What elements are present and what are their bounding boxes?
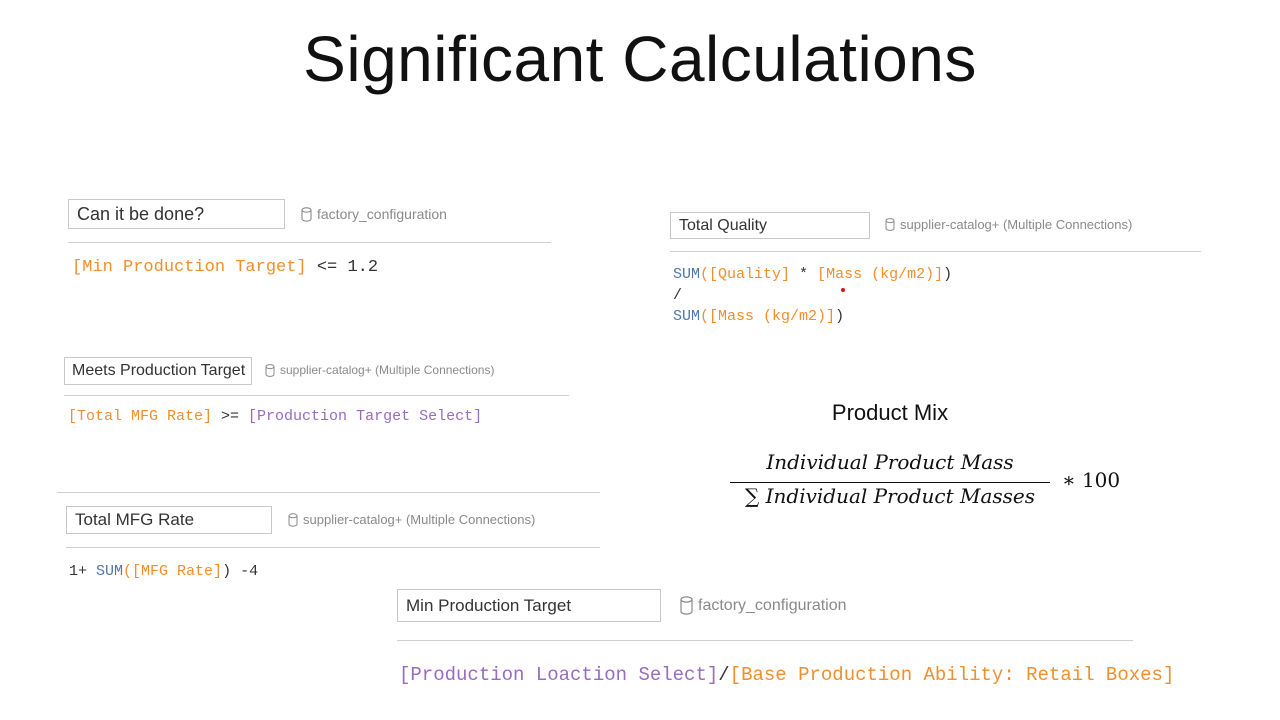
datasource-name: supplier-catalog+ (Multiple Connections) — [280, 363, 495, 377]
formula-editor[interactable]: SUM([Quality] * [Mass (kg/m2)]) / SUM([M… — [673, 264, 952, 327]
datasource-name: factory_configuration — [698, 596, 847, 614]
formula-editor[interactable]: [Total MFG Rate] >= [Production Target S… — [68, 407, 482, 427]
divider — [57, 492, 600, 493]
field-token: [Mass (kg/m2)] — [817, 266, 944, 283]
calc-name-field[interactable]: Total Quality — [670, 212, 870, 239]
database-icon — [885, 218, 895, 231]
datasource-name: supplier-catalog+ (Multiple Connections) — [303, 512, 536, 527]
operator-token: ) -4 — [222, 563, 259, 580]
database-icon — [680, 596, 693, 615]
divider — [670, 251, 1201, 252]
function-token: SUM — [673, 266, 701, 283]
datasource-label: supplier-catalog+ (Multiple Connections) — [288, 512, 535, 527]
operator-token: / — [673, 287, 683, 304]
field-token: [Base Production Ability: Retail Boxes] — [729, 664, 1175, 686]
calc-name-field[interactable]: Can it be done? — [68, 199, 285, 229]
database-icon — [288, 512, 298, 527]
multiplier: ∗ 100 — [1062, 468, 1121, 492]
formula-editor[interactable]: 1+ SUM([MFG Rate]) -4 — [69, 562, 258, 582]
field-token: [MFG Rate] — [132, 563, 223, 580]
field-token: [Quality] — [709, 266, 791, 283]
operator-token: >= — [212, 408, 249, 425]
operator-token: <= 1.2 — [306, 258, 379, 277]
paren-token: ) — [835, 308, 845, 325]
operator-token: / — [718, 664, 730, 686]
fraction-denominator: ∑ Individual Product Masses — [744, 484, 1036, 508]
paren-token: ( — [700, 308, 710, 325]
formula-editor[interactable]: [Min Production Target] <= 1.2 — [72, 257, 378, 279]
paren-token: ( — [123, 563, 133, 580]
datasource-label: factory_configuration — [680, 596, 847, 615]
calc-name-field[interactable]: Meets Production Target — [64, 357, 252, 385]
divider — [397, 640, 1133, 641]
calc-name-text: Can it be done? — [77, 203, 205, 224]
calc-name-text: Total MFG Rate — [75, 510, 195, 529]
paren-token: ( — [700, 266, 710, 283]
function-token: SUM — [96, 563, 124, 580]
datasource-label: supplier-catalog+ (Multiple Connections) — [885, 217, 1132, 232]
field-token: [Mass (kg/m2)] — [709, 308, 836, 325]
product-mix-title: Product Mix — [831, 400, 949, 425]
field-token: [Total MFG Rate] — [68, 408, 213, 425]
calc-name-text: Meets Production Target — [72, 362, 246, 379]
database-icon — [301, 206, 312, 222]
calc-name-field[interactable]: Min Production Target — [397, 589, 661, 622]
field-token: [Min Production Target] — [72, 258, 307, 277]
formula-editor[interactable]: [Production Loaction Select]/[Base Produ… — [399, 663, 1174, 688]
calc-name-field[interactable]: Total MFG Rate — [66, 506, 272, 534]
datasource-label: supplier-catalog+ (Multiple Connections) — [265, 363, 494, 377]
database-icon — [265, 363, 275, 377]
operator-token: * — [790, 266, 818, 283]
function-token: SUM — [673, 308, 701, 325]
slide-title: Significant Calculations — [303, 23, 977, 95]
calc-name-text: Min Production Target — [406, 595, 572, 615]
divider — [66, 547, 600, 548]
fraction-numerator: Individual Product Mass — [766, 450, 1014, 474]
datasource-name: supplier-catalog+ (Multiple Connections) — [900, 217, 1133, 232]
calc-name-text: Total Quality — [679, 216, 768, 234]
parameter-token: [Production Loaction Select] — [399, 664, 719, 686]
datasource-name: factory_configuration — [317, 206, 447, 222]
datasource-label: factory_configuration — [301, 206, 447, 222]
divider — [64, 395, 569, 396]
divider — [68, 242, 551, 243]
spellcheck-marker — [841, 288, 845, 292]
number-token: 1+ — [69, 563, 97, 580]
parameter-token: [Production Target Select] — [248, 408, 483, 425]
fraction-bar — [730, 482, 1050, 483]
paren-token: ) — [943, 266, 953, 283]
